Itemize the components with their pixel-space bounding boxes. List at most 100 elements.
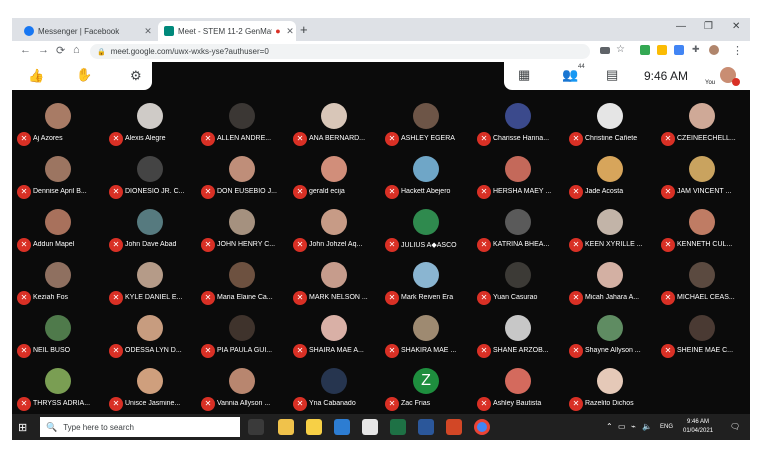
participant-name: Unisce Jasmine... [125,400,181,407]
tab-messenger[interactable]: Messenger | Facebook ✕ [18,21,154,41]
taskbar-search[interactable]: 🔍 Type here to search [40,417,240,437]
thumbs-up-icon[interactable]: 👍 [28,68,44,84]
sticky-notes-icon[interactable] [306,419,322,435]
bookmark-star-icon[interactable]: ☆ [616,44,625,55]
participant-tile[interactable]: ✕ ANA BERNARD... [290,101,383,155]
raise-hand-icon[interactable]: ✋ [76,67,92,83]
grid-layout-icon[interactable]: ▦ [518,67,530,83]
url-text: meet.google.com/uwx-wxks-yse?authuser=0 [110,47,269,56]
extension-icon[interactable] [674,45,684,55]
participant-tile[interactable]: ✕ ASHLEY EGERA [382,101,475,155]
participant-tile[interactable]: ✕ SHAKIRA MAE ... [382,313,475,367]
powerpoint-icon[interactable] [446,419,462,435]
minimize-button[interactable]: — [676,21,686,32]
participant-tile[interactable]: ✕ Yna Cabanado [290,366,383,420]
participant-tile[interactable]: ✕ KEEN XYRILLE ... [566,207,659,261]
participant-tile[interactable]: ✕ Unisce Jasmine... [106,366,199,420]
settings-app-icon[interactable] [362,419,378,435]
participant-tile[interactable]: ✕ SHEINE MAE C... [658,313,750,367]
windows-start-icon[interactable]: ⊞ [18,421,27,434]
participant-tile[interactable]: ✕ JULIUS A◆ASCO [382,207,475,261]
settings-icon[interactable]: ⚙ [130,68,142,84]
notification-icon[interactable]: 🗨 [730,422,740,431]
participant-tile[interactable]: ✕ Vannia Allyson ... [198,366,291,420]
participant-name: ANA BERNARD... [309,135,366,142]
maximize-button[interactable]: ❐ [704,21,713,32]
close-icon[interactable]: ✕ [142,26,154,37]
participant-tile[interactable]: ✕ DIONESIO JR. C... [106,154,199,208]
taskbar-time: 9:46 AM [687,419,710,425]
profile-avatar[interactable] [709,45,719,55]
forward-button[interactable]: → [38,44,49,56]
participant-tile[interactable]: ✕ NEIL BUSO [14,313,107,367]
menu-icon[interactable]: ⋮ [732,44,743,57]
chrome-icon[interactable] [474,419,490,435]
participant-tile[interactable]: ✕ ODESSA LYN D... [106,313,199,367]
extension-icon[interactable] [657,45,667,55]
participant-tile[interactable]: ✕ Alexis Alegre [106,101,199,155]
participant-avatar [689,209,715,235]
camera-indicator-icon[interactable] [600,47,610,54]
participant-tile[interactable]: ✕ MICHAEL CEAS... [658,260,750,314]
participant-tile[interactable]: ✕ Dennise April B... [14,154,107,208]
reload-button[interactable]: ⟳ [56,44,65,57]
participant-tile[interactable]: ✕ Ashley Bautista [474,366,567,420]
participant-tile[interactable]: ✕ JAM VINCENT ... [658,154,750,208]
close-window-button[interactable]: ✕ [732,21,740,32]
participant-tile[interactable]: ✕ KATRINA BHEA... [474,207,567,261]
participant-tile[interactable]: ✕ Aj Azores [14,101,107,155]
participant-tile[interactable]: ✕ John Dave Abad [106,207,199,261]
taskbar-clock[interactable]: 9:46 AM 01/04/2021 [683,418,713,436]
participant-tile[interactable]: ✕ DON EUSEBIO J... [198,154,291,208]
participant-tile[interactable]: ✕ PIA PAULA GUI... [198,313,291,367]
participant-tile[interactable]: ✕ Mark Reiven Era [382,260,475,314]
participant-tile[interactable]: ✕ Jade Acosta [566,154,659,208]
new-tab-button[interactable]: + [300,22,308,37]
address-bar[interactable]: 🔒 meet.google.com/uwx-wxks-yse?authuser=… [90,44,590,59]
participant-tile[interactable]: ✕ Hackett Abejero [382,154,475,208]
word-icon[interactable] [418,419,434,435]
close-icon[interactable]: ✕ [284,26,296,37]
participant-tile[interactable]: ✕ Yuan Casurao [474,260,567,314]
participant-tile[interactable]: ✕ KYLE DANIEL E... [106,260,199,314]
file-explorer-icon[interactable] [278,419,294,435]
network-icon[interactable]: ⌁ [631,422,636,431]
people-icon[interactable]: 👥 [562,67,578,83]
chat-icon[interactable]: ▤ [606,67,618,83]
tab-meet[interactable]: Meet - STEM 11-2 GenMath ● ✕ [158,21,296,41]
home-button[interactable]: ⌂ [73,44,80,56]
photos-icon[interactable] [334,419,350,435]
participant-tile[interactable]: ✕ ALLEN ANDRE... [198,101,291,155]
back-button[interactable]: ← [20,44,31,56]
participant-tile[interactable]: ✕ CZEINEECHELL... [658,101,750,155]
participant-tile[interactable]: ✕ Shayne Allyson ... [566,313,659,367]
task-view-icon[interactable] [248,419,264,435]
participant-tile[interactable]: ✕ KENNETH CUL... [658,207,750,261]
participant-tile[interactable]: ✕ THRYSS ADRIA... [14,366,107,420]
participant-tile[interactable]: ✕ HERSHA MAEY ... [474,154,567,208]
volume-icon[interactable]: 🔈 [642,422,652,431]
participant-tile[interactable]: ✕ Keziah Fos [14,260,107,314]
browser-tab-strip: Messenger | Facebook ✕ Meet - STEM 11-2 … [12,18,750,41]
participant-name: Yna Cabanado [309,400,356,407]
participant-tile[interactable]: ✕ MARK NELSON ... [290,260,383,314]
participant-tile[interactable]: Z ✕ Zac Frias [382,366,475,420]
participant-avatar [229,103,255,129]
battery-icon[interactable]: ▭ [618,422,626,431]
participant-tile[interactable]: ✕ JOHN HENRY C... [198,207,291,261]
participant-tile[interactable]: ✕ gerald ecija [290,154,383,208]
participant-tile[interactable]: ✕ Charisse Hanna... [474,101,567,155]
participant-tile[interactable]: ✕ Christine Cañete [566,101,659,155]
participant-tile[interactable]: ✕ Micah Jahara A... [566,260,659,314]
participant-tile[interactable]: ✕ John Johzel Aq... [290,207,383,261]
puzzle-icon[interactable]: ✚ [692,44,700,55]
participant-tile[interactable]: ✕ SHANE ARZOB... [474,313,567,367]
participant-tile[interactable]: ✕ Addun Mapel [14,207,107,261]
extension-icon[interactable] [640,45,650,55]
participant-tile[interactable]: ✕ Maria Elaine Ca... [198,260,291,314]
participant-tile[interactable]: ✕ Razelito Dichos [566,366,659,420]
tray-overflow-icon[interactable]: ⌃ [606,422,613,431]
language-indicator[interactable]: ENG [660,424,673,430]
participant-tile[interactable]: ✕ SHAIRA MAE A... [290,313,383,367]
excel-icon[interactable] [390,419,406,435]
